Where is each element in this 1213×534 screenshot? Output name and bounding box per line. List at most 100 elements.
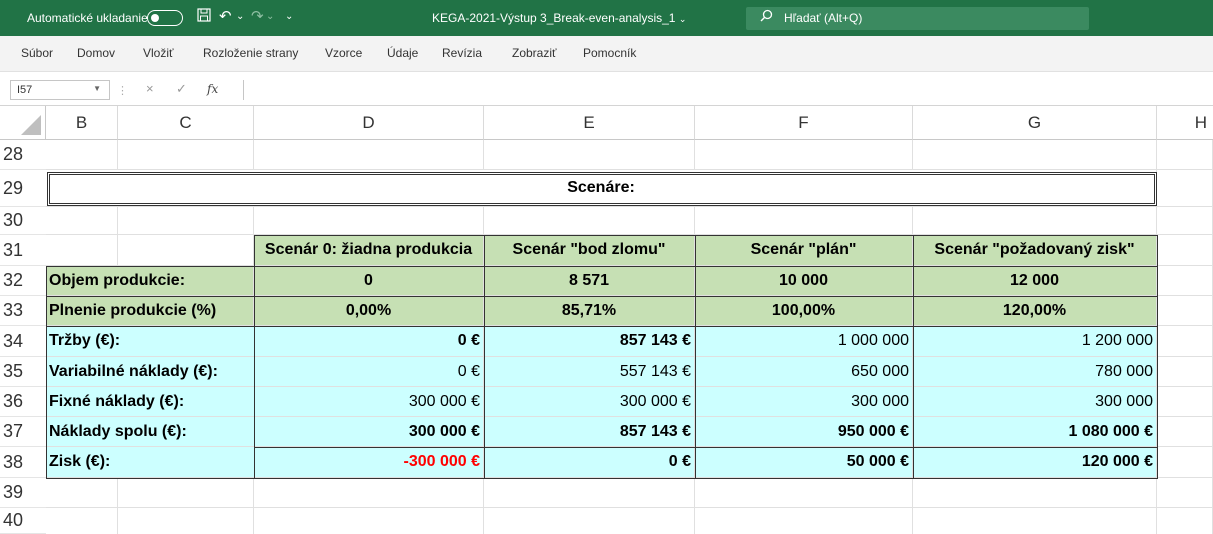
undo-dropdown-icon[interactable]: ⌄ <box>236 8 244 26</box>
cell-h30[interactable] <box>1157 207 1213 235</box>
cell-f40[interactable] <box>695 508 913 534</box>
revenue-e[interactable]: 857 143 € <box>484 326 695 357</box>
cell-c28[interactable] <box>118 140 254 170</box>
cell-h31[interactable] <box>1157 235 1213 266</box>
undo-icon[interactable]: ↶ <box>219 8 232 26</box>
profit-g[interactable]: 120 000 € <box>913 447 1157 478</box>
row-header-28[interactable]: 28 <box>0 140 46 170</box>
column-header-d[interactable]: D <box>254 106 484 140</box>
tab-udaje[interactable]: Údaje <box>387 46 418 60</box>
cell-d30[interactable] <box>254 207 484 235</box>
row-header-39[interactable]: 39 <box>0 478 46 508</box>
column-header-e[interactable]: E <box>484 106 695 140</box>
row-header-29[interactable]: 29 <box>0 170 46 207</box>
cell-e40[interactable] <box>484 508 695 534</box>
cell-g39[interactable] <box>913 478 1157 508</box>
total-f[interactable]: 950 000 € <box>695 417 913 447</box>
tab-vzorce[interactable]: Vzorce <box>325 46 362 60</box>
row-header-30[interactable]: 30 <box>0 207 46 235</box>
row-header-38[interactable]: 38 <box>0 447 46 478</box>
cell-e28[interactable] <box>484 140 695 170</box>
tab-pomocnik[interactable]: Pomocník <box>583 46 636 60</box>
row-header-33[interactable]: 33 <box>0 296 46 326</box>
volume-g[interactable]: 12 000 <box>913 266 1157 296</box>
enter-icon[interactable]: ✓ <box>176 81 187 97</box>
name-box[interactable]: I57 ▼ <box>10 80 110 100</box>
tab-subor[interactable]: Súbor <box>21 46 53 60</box>
column-header-c[interactable]: C <box>118 106 254 140</box>
variable-e[interactable]: 557 143 € <box>484 357 695 387</box>
variable-f[interactable]: 650 000 <box>695 357 913 387</box>
insert-function-icon[interactable]: fx <box>207 82 218 96</box>
tab-revizia[interactable]: Revízia <box>442 46 482 60</box>
cell-c31[interactable] <box>118 235 254 266</box>
tab-rozlozenie-strany[interactable]: Rozloženie strany <box>203 46 298 60</box>
row-header-40[interactable]: 40 <box>0 508 46 534</box>
fixed-d[interactable]: 300 000 € <box>254 387 484 417</box>
label-fixed-costs[interactable]: Fixné náklady (€): <box>46 387 254 417</box>
cell-h34[interactable] <box>1157 326 1213 357</box>
cell-c39[interactable] <box>118 478 254 508</box>
save-icon[interactable] <box>197 8 211 27</box>
cell-h39[interactable] <box>1157 478 1213 508</box>
fulfilment-f[interactable]: 100,00% <box>695 296 913 326</box>
scenario-header-1[interactable]: Scenár "bod zlomu" <box>484 235 695 266</box>
cell-d39[interactable] <box>254 478 484 508</box>
volume-f[interactable]: 10 000 <box>695 266 913 296</box>
variable-d[interactable]: 0 € <box>254 357 484 387</box>
volume-d[interactable]: 0 <box>254 266 484 296</box>
cell-d40[interactable] <box>254 508 484 534</box>
total-g[interactable]: 1 080 000 € <box>913 417 1157 447</box>
cell-h38[interactable] <box>1157 447 1213 478</box>
tab-zobrazit[interactable]: Zobraziť <box>512 46 557 60</box>
scenario-header-2[interactable]: Scenár "plán" <box>695 235 913 266</box>
cell-e30[interactable] <box>484 207 695 235</box>
cell-c40[interactable] <box>118 508 254 534</box>
cell-h29[interactable] <box>1157 170 1213 207</box>
label-total-costs[interactable]: Náklady spolu (€): <box>46 417 254 447</box>
row-header-34[interactable]: 34 <box>0 326 46 357</box>
label-revenue[interactable]: Tržby (€): <box>46 326 254 357</box>
tab-domov[interactable]: Domov <box>77 46 115 60</box>
cell-h37[interactable] <box>1157 417 1213 447</box>
cell-d28[interactable] <box>254 140 484 170</box>
fixed-g[interactable]: 300 000 <box>913 387 1157 417</box>
total-d[interactable]: 300 000 € <box>254 417 484 447</box>
fulfilment-g[interactable]: 120,00% <box>913 296 1157 326</box>
total-e[interactable]: 857 143 € <box>484 417 695 447</box>
cell-g30[interactable] <box>913 207 1157 235</box>
cell-h40[interactable] <box>1157 508 1213 534</box>
volume-e[interactable]: 8 571 <box>484 266 695 296</box>
column-header-h[interactable]: H <box>1157 106 1213 140</box>
cell-b40[interactable] <box>46 508 118 534</box>
cell-b28[interactable] <box>46 140 118 170</box>
label-volume[interactable]: Objem produkcie: <box>46 266 254 296</box>
document-title[interactable]: KEGA-2021-Výstup 3_Break-even-analysis_1… <box>432 11 686 25</box>
revenue-f[interactable]: 1 000 000 <box>695 326 913 357</box>
cell-h35[interactable] <box>1157 357 1213 387</box>
customize-toolbar-icon[interactable]: ⌄ <box>285 8 293 26</box>
cell-h28[interactable] <box>1157 140 1213 170</box>
column-header-f[interactable]: F <box>695 106 913 140</box>
label-profit[interactable]: Zisk (€): <box>46 447 254 478</box>
chevron-down-icon[interactable]: ▼ <box>93 84 101 93</box>
column-header-b[interactable]: B <box>46 106 118 140</box>
cell-g28[interactable] <box>913 140 1157 170</box>
row-header-35[interactable]: 35 <box>0 357 46 387</box>
cell-f30[interactable] <box>695 207 913 235</box>
fulfilment-e[interactable]: 85,71% <box>484 296 695 326</box>
select-all-button[interactable] <box>0 106 46 140</box>
column-header-g[interactable]: G <box>913 106 1157 140</box>
row-header-32[interactable]: 32 <box>0 266 46 296</box>
search-box[interactable]: Hľadať (Alt+Q) <box>746 7 1089 30</box>
cell-f28[interactable] <box>695 140 913 170</box>
row-header-37[interactable]: 37 <box>0 417 46 447</box>
fixed-e[interactable]: 300 000 € <box>484 387 695 417</box>
profit-e[interactable]: 0 € <box>484 447 695 478</box>
revenue-d[interactable]: 0 € <box>254 326 484 357</box>
cell-b31[interactable] <box>46 235 118 266</box>
redo-dropdown-icon[interactable]: ⌄ <box>266 8 274 26</box>
cell-b30[interactable] <box>46 207 118 235</box>
scenarios-title[interactable]: Scenáre: <box>46 170 1157 207</box>
profit-f[interactable]: 50 000 € <box>695 447 913 478</box>
